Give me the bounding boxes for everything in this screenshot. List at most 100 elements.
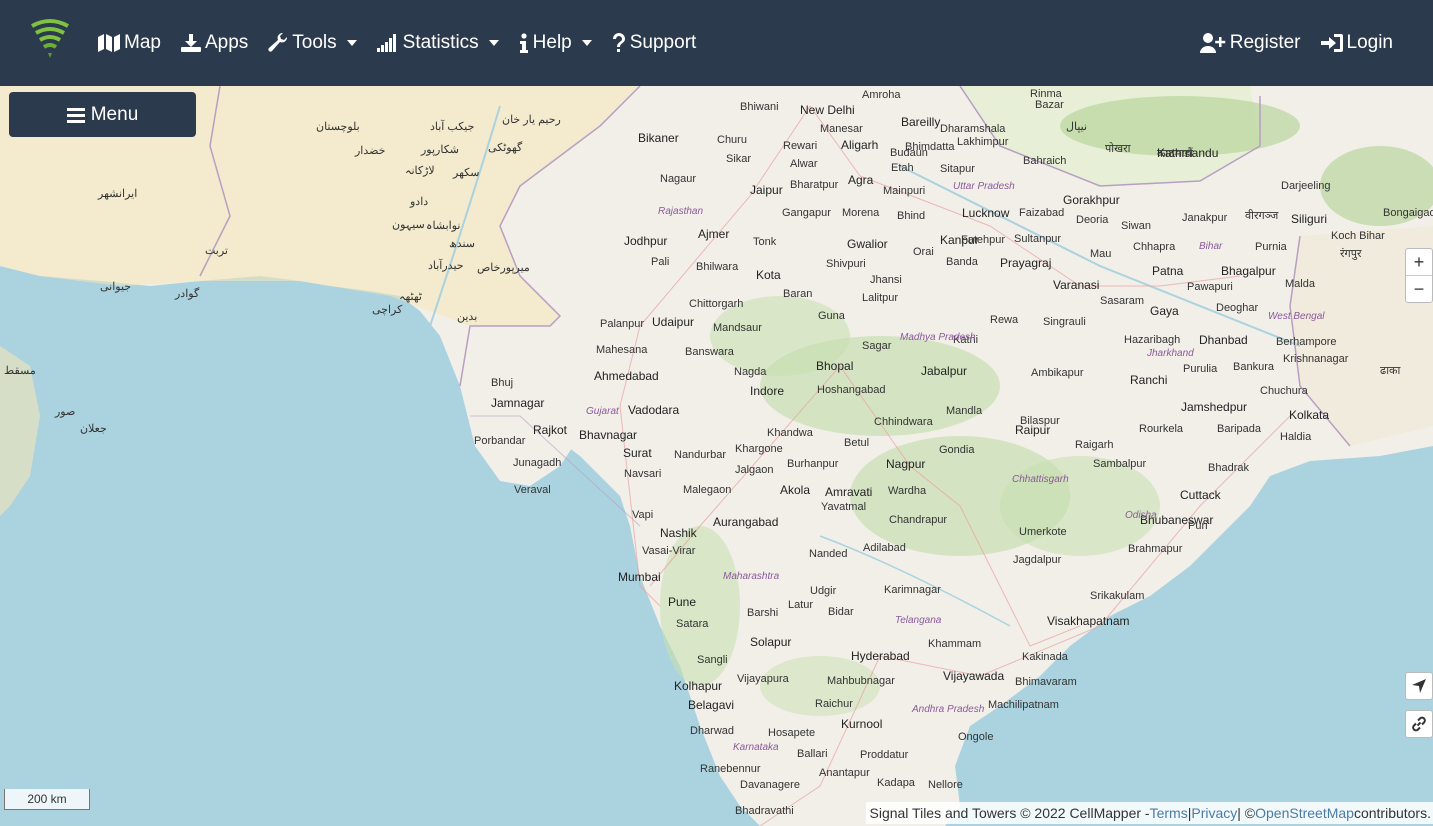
town-label: Bankura	[1233, 361, 1274, 373]
sign-in-icon	[1320, 34, 1343, 52]
nav-login[interactable]: Login	[1320, 32, 1393, 54]
town-label: Satara	[676, 618, 709, 630]
town-label: Nellore	[928, 779, 963, 791]
town-label: Chhindwara	[874, 416, 933, 428]
town-label: Baran	[783, 288, 813, 300]
menu-button[interactable]: Menu	[9, 92, 196, 137]
town-label: Malegaon	[683, 484, 732, 496]
foreign-label: تربت	[205, 245, 228, 257]
town-label: Shivpuri	[826, 258, 866, 270]
town-label: Nandurbar	[674, 449, 726, 461]
locate-button[interactable]	[1405, 672, 1433, 700]
city-label: Dhanbad	[1199, 333, 1248, 347]
town-label: Sultanpur	[1014, 233, 1062, 245]
foreign-label: पोखरा	[1105, 143, 1131, 155]
town-label: Bhilwara	[696, 261, 739, 273]
town-label: Baripada	[1217, 423, 1262, 435]
town-label: Chandrapur	[889, 514, 948, 526]
town-label: Berhampore	[1276, 336, 1337, 348]
town-label: Khargone	[735, 443, 783, 455]
town-label: Mahesana	[596, 344, 648, 356]
town-label: Sikar	[726, 153, 752, 165]
nav-statistics[interactable]: Statistics	[376, 32, 499, 54]
foreign-label: دادو	[410, 196, 429, 208]
city-label: Jaipur	[750, 183, 783, 197]
town-label: Sitapur	[940, 163, 975, 175]
caret-down-icon	[346, 40, 357, 46]
town-label: Hazaribagh	[1124, 334, 1181, 346]
city-label: Surat	[623, 446, 652, 460]
city-label: Jamshedpur	[1181, 400, 1248, 414]
openstreetmap-link[interactable]: OpenStreetMap	[1255, 805, 1354, 821]
foreign-label: حیدرآباد	[428, 260, 464, 272]
town-label: Etah	[891, 162, 914, 174]
share-link-button[interactable]	[1405, 710, 1433, 738]
town-label: Amroha	[862, 89, 901, 101]
town-label: Banda	[946, 256, 978, 268]
town-label: Purnia	[1255, 241, 1287, 253]
terms-link[interactable]: Terms	[1150, 805, 1188, 821]
attribution-sep: | ©	[1237, 805, 1256, 821]
cellmapper-logo[interactable]	[28, 18, 72, 60]
town-label: Yavatmal	[821, 501, 867, 513]
town-label: Umerkote	[1019, 526, 1067, 538]
town-label: Rewari	[783, 140, 818, 152]
city-label: Cuttack	[1180, 488, 1221, 502]
region-label: Telangana	[895, 615, 942, 626]
town-label: Lalitpur	[862, 292, 899, 304]
zoom-in-button[interactable]: +	[1406, 249, 1432, 275]
town-label: Wardha	[888, 485, 927, 497]
foreign-label: جعلان	[80, 423, 107, 435]
city-label: Ajmer	[698, 227, 730, 241]
city-label: Aurangabad	[713, 515, 779, 529]
town-label: Chhapra	[1133, 241, 1176, 253]
nav-apps[interactable]: Apps	[180, 32, 248, 54]
foreign-label: کراچی	[372, 304, 403, 316]
town-label: Machilipatnam	[988, 699, 1059, 711]
nav-tools[interactable]: Tools	[268, 32, 357, 54]
town-label: Vasai-Virar	[642, 545, 696, 557]
city-label: Indore	[750, 384, 785, 398]
town-label: Sagar	[862, 340, 892, 352]
scale-bar: 200 km	[4, 789, 90, 810]
region-label: Karnataka	[733, 742, 779, 753]
nav-help[interactable]: Help	[519, 32, 592, 54]
foreign-label: شکارپور	[421, 144, 460, 156]
town-label: Banswara	[685, 346, 734, 358]
nav-register[interactable]: Register	[1199, 32, 1301, 54]
town-label: Bharatpur	[790, 179, 839, 191]
region-label: Andhra Pradesh	[912, 704, 985, 715]
town-label: Jalgaon	[735, 464, 774, 476]
map-canvas[interactable]: New Delhi Jaipur Lucknow Jodhpur Ahmedabad Va…	[0, 86, 1433, 826]
city-label: Mumbai	[618, 570, 661, 584]
town-label: Srikakulam	[1090, 590, 1145, 602]
city-label: Gwalior	[847, 237, 888, 251]
city-label: Nagpur	[886, 457, 926, 471]
city-label: Jodhpur	[624, 234, 668, 248]
town-label: Alwar	[790, 158, 818, 170]
city-label: New Delhi	[800, 103, 855, 117]
region-label: Odisha	[1125, 510, 1157, 521]
town-label: Vijayapura	[737, 673, 789, 685]
city-label: Rajkot	[533, 423, 568, 437]
town-label: Churu	[717, 134, 747, 146]
region-label: Madhya Pradesh	[900, 332, 976, 343]
link-icon	[1412, 716, 1426, 732]
nav-map-label: Map	[124, 32, 161, 53]
region-label: Bihar	[1199, 241, 1223, 252]
town-label: Dharwad	[690, 725, 735, 737]
town-label: Proddatur	[860, 749, 909, 761]
town-label: Jagdalpur	[1013, 554, 1062, 566]
town-label: Janakpur	[1182, 212, 1228, 224]
zoom-out-button[interactable]: −	[1406, 275, 1432, 302]
town-label: Bazar	[1035, 99, 1064, 111]
town-label: Betul	[844, 437, 870, 449]
nav-map[interactable]: Map	[98, 32, 161, 54]
town-label: Malda	[1285, 278, 1315, 290]
region-label: Maharashtra	[723, 571, 780, 582]
nav-support[interactable]: Support	[612, 32, 696, 54]
privacy-link[interactable]: Privacy	[1191, 805, 1237, 821]
town-label: Pawapuri	[1187, 281, 1233, 293]
town-label: Singrauli	[1043, 316, 1086, 328]
town-label: Orai	[913, 246, 934, 258]
